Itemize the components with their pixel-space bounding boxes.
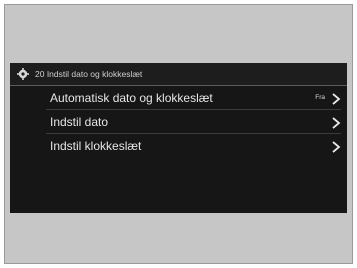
gear-icon [16, 68, 29, 81]
screen-header: 20 Indstil dato og klokkeslæt [10, 63, 347, 85]
menu-item-set-date[interactable]: Indstil dato [10, 110, 347, 134]
menu-item-label: Automatisk dato og klokkeslæt [50, 91, 213, 105]
menu-item-label: Indstil dato [50, 115, 109, 129]
chevron-right-icon [331, 92, 341, 105]
status-value: Fra [315, 94, 325, 101]
menu-item-auto-date-time[interactable]: Automatisk dato og klokkeslæt Fra [10, 86, 347, 110]
menu-item-label: Indstil klokkeslæt [50, 139, 142, 153]
settings-list: Automatisk dato og klokkeslæt Fra Indsti… [10, 86, 347, 158]
display-screen: 20 Indstil dato og klokkeslæt Automatisk… [10, 63, 347, 213]
chevron-right-icon [331, 140, 341, 153]
chevron-right-icon [331, 116, 341, 129]
page-title: 20 Indstil dato og klokkeslæt [35, 69, 143, 79]
menu-item-set-time[interactable]: Indstil klokkeslæt [10, 134, 347, 158]
